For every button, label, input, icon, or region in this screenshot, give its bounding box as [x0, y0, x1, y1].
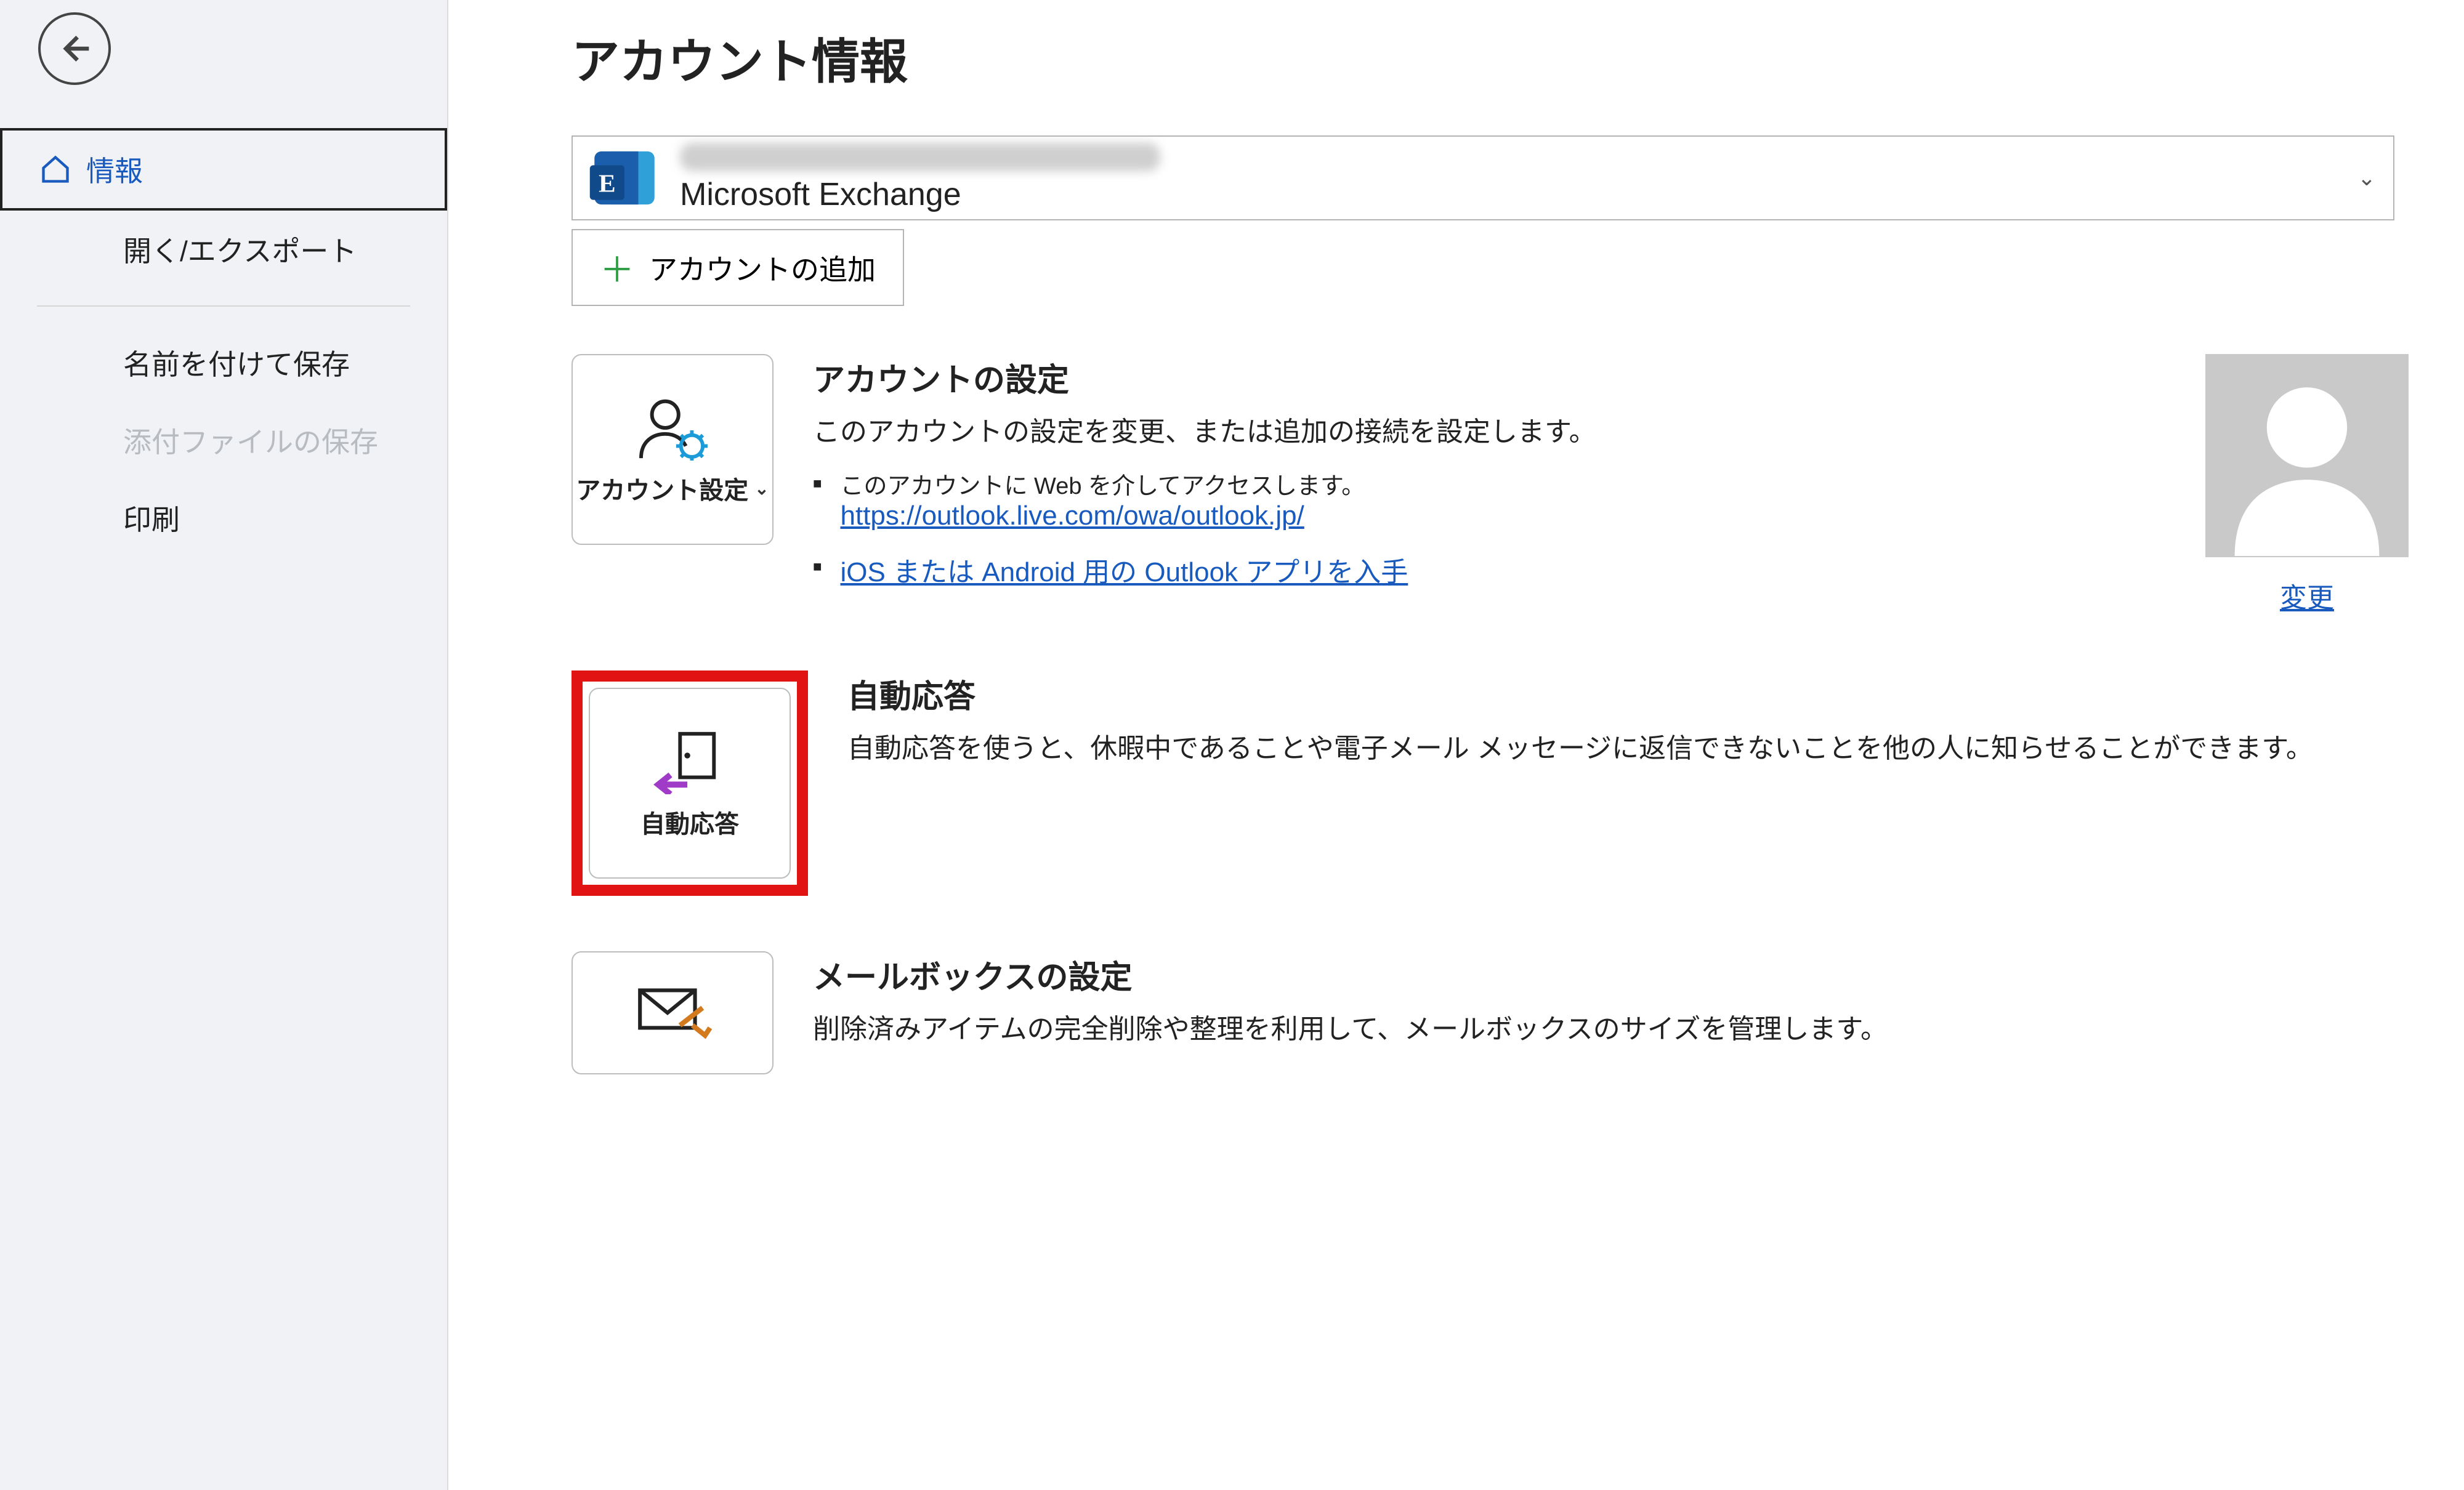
account-settings-title: アカウントの設定 — [813, 354, 2156, 400]
back-button[interactable] — [38, 12, 111, 85]
sidebar-item-save-as[interactable]: 名前を付けて保存 — [0, 324, 447, 401]
sidebar-label-open-export: 開く/エクスポート — [123, 229, 357, 270]
chevron-down-icon: ⌄ — [2357, 165, 2376, 191]
page-title: アカウント情報 — [572, 23, 2409, 92]
svg-text:E: E — [599, 169, 616, 198]
sidebar-divider — [37, 305, 410, 307]
sidebar-label-print: 印刷 — [123, 497, 180, 538]
auto-reply-title: 自動応答 — [847, 670, 2409, 717]
sidebar-label-save-attachments: 添付ファイルの保存 — [123, 420, 378, 461]
account-settings-desc: このアカウントの設定を変更、または追加の接続を設定します。 — [813, 411, 2156, 453]
add-account-button[interactable]: ＋ アカウントの追加 — [572, 229, 904, 306]
avatar-placeholder-icon — [2207, 355, 2407, 556]
auto-reply-tile[interactable]: 自動応答 — [589, 688, 791, 879]
account-email-redacted — [680, 143, 1160, 171]
sidebar-item-info[interactable]: 情報 — [0, 128, 447, 211]
mobile-app-link[interactable]: iOS または Android 用の Outlook アプリを入手 — [841, 550, 1408, 589]
account-settings-tile-label: アカウント設定 — [576, 470, 748, 506]
account-settings-tile[interactable]: アカウント設定 ⌄ — [572, 354, 774, 545]
profile-avatar — [2205, 354, 2409, 557]
door-reply-icon — [650, 727, 730, 794]
mailbox-desc: 削除済みアイテムの完全削除や整理を利用して、メールボックスのサイズを管理します。 — [813, 1009, 2409, 1050]
settings-bullet1-text: このアカウントに Web を介してアクセスします。 — [841, 467, 1365, 501]
sidebar-label-save-as: 名前を付けて保存 — [123, 342, 350, 383]
sidebar-item-open-export[interactable]: 開く/エクスポート — [0, 211, 447, 288]
plus-icon: ＋ — [600, 243, 634, 292]
owa-link[interactable]: https://outlook.live.com/owa/outlook.jp/ — [841, 501, 1304, 531]
auto-reply-highlight: 自動応答 — [572, 670, 808, 896]
mailbox-settings-tile[interactable] — [572, 951, 774, 1074]
auto-reply-tile-label: 自動応答 — [640, 804, 739, 840]
sidebar-item-print[interactable]: 印刷 — [0, 479, 447, 557]
mailbox-title: メールボックスの設定 — [813, 951, 2409, 997]
envelope-broom-icon — [632, 979, 713, 1047]
change-avatar-link[interactable]: 変更 — [2280, 576, 2334, 615]
arrow-left-icon — [57, 31, 92, 66]
auto-reply-desc: 自動応答を使うと、休暇中であることや電子メール メッセージに返信できないことを他… — [847, 728, 2409, 770]
caret-down-icon: ⌄ — [754, 478, 769, 499]
person-gear-icon — [632, 393, 713, 461]
sidebar-label-info: 情報 — [86, 149, 143, 190]
account-type: Microsoft Exchange — [680, 176, 1160, 213]
account-selector[interactable]: E Microsoft Exchange ⌄ — [572, 135, 2394, 220]
exchange-icon: E — [588, 144, 661, 212]
home-icon — [39, 153, 71, 185]
add-account-label: アカウントの追加 — [649, 248, 876, 288]
sidebar-item-save-attachments: 添付ファイルの保存 — [0, 401, 447, 479]
